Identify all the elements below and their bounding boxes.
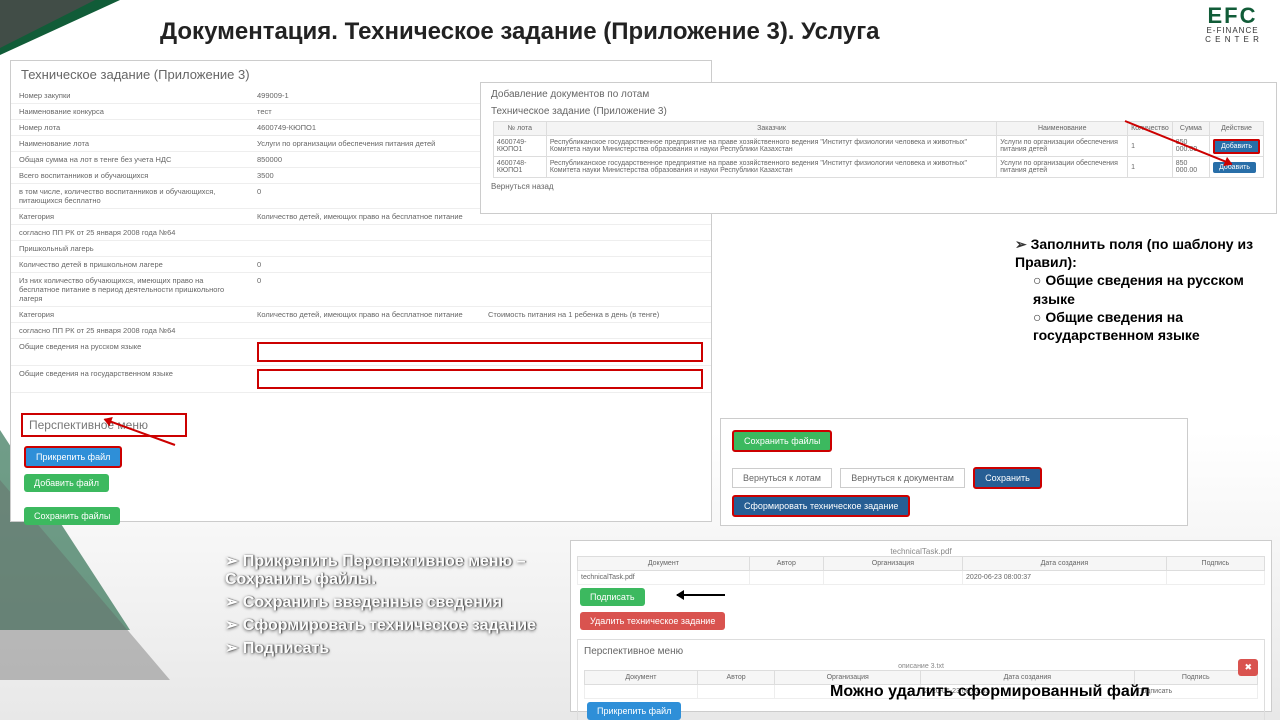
save-button[interactable]: Сохранить: [973, 467, 1042, 489]
add-row-button[interactable]: Добавить: [1213, 162, 1256, 173]
back-to-lots-button[interactable]: Вернуться к лотам: [732, 468, 832, 488]
attach-file-button[interactable]: Прикрепить файл: [587, 702, 681, 720]
add-file-button[interactable]: Добавить файл: [24, 474, 109, 492]
panel-actions: Сохранить файлы Вернуться к лотам Вернут…: [720, 418, 1188, 526]
delete-icon[interactable]: ✖: [1238, 659, 1258, 676]
add-row-button[interactable]: Добавить: [1213, 139, 1260, 154]
footnote: Можно удалить сформированный файл: [830, 683, 1150, 701]
notes-bottom: Прикрепить Перспективное меню – Сохранит…: [185, 551, 595, 661]
input-info-kz[interactable]: [257, 369, 703, 389]
back-to-docs-button[interactable]: Вернуться к документам: [840, 468, 965, 488]
save-files-button[interactable]: Сохранить файлы: [732, 430, 832, 452]
generate-tech-spec-button[interactable]: Сформировать техническое задание: [732, 495, 910, 517]
panel-add-docs: Добавление документов по лотам Техническ…: [480, 82, 1277, 214]
attach-file-button[interactable]: Прикрепить файл: [24, 446, 122, 468]
notes-right: Заполнить поля (по шаблону из Правил): О…: [1015, 235, 1260, 344]
form-title: Техническое задание (Приложение 3): [21, 67, 701, 82]
save-files-button[interactable]: Сохранить файлы: [24, 507, 120, 525]
arrow-icon: [677, 594, 725, 596]
input-info-ru[interactable]: [257, 342, 703, 362]
delete-tech-spec-button[interactable]: Удалить техническое задание: [580, 612, 725, 630]
back-link[interactable]: Вернуться назад: [491, 182, 554, 191]
logo: EFC E-FINANCE C E N T E R: [1195, 6, 1270, 44]
slide-title: Документация. Техническое задание (Прило…: [160, 18, 880, 46]
